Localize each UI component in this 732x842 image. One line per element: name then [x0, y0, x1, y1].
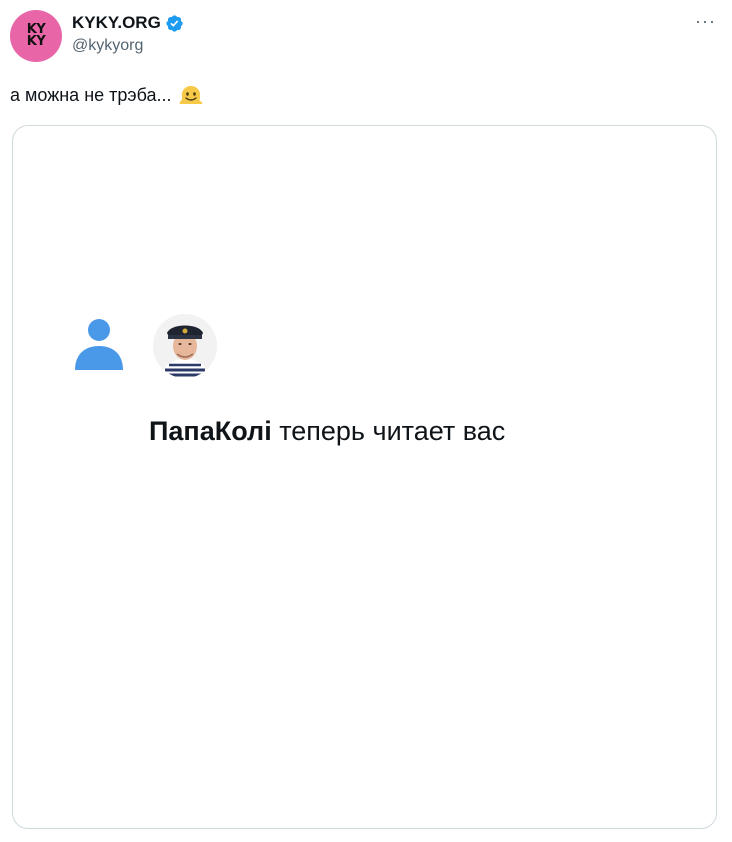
verified-badge-icon	[166, 14, 183, 32]
display-name[interactable]: KYKY.ORG	[72, 13, 161, 33]
user-block: KYKY.ORG @kykyorg	[72, 13, 184, 55]
follower-name: ПапаКолі	[149, 416, 272, 446]
follower-avatar	[153, 314, 217, 378]
default-user-icon	[75, 319, 123, 370]
follow-notification-text: ПапаКолі теперь читает вас	[149, 416, 505, 447]
more-options-icon[interactable]: ···	[695, 12, 716, 30]
follower-photo-icon	[153, 314, 217, 378]
handle[interactable]: @kykyorg	[72, 37, 184, 55]
follow-message: теперь читает вас	[271, 416, 506, 446]
display-name-row: KYKY.ORG	[72, 13, 184, 33]
tweet-text: а можна не трэба...	[10, 82, 204, 108]
tweet-header: KY KY KYKY.ORG @kykyorg ···	[10, 10, 722, 66]
melting-face-icon	[179, 86, 202, 104]
avatar-text-bottom: KY	[26, 34, 46, 49]
media-card[interactable]: ПапаКолі теперь читает вас	[12, 125, 717, 829]
tweet-text-content: а можна не трэба...	[10, 84, 172, 105]
avatar[interactable]: KY KY	[10, 10, 62, 62]
